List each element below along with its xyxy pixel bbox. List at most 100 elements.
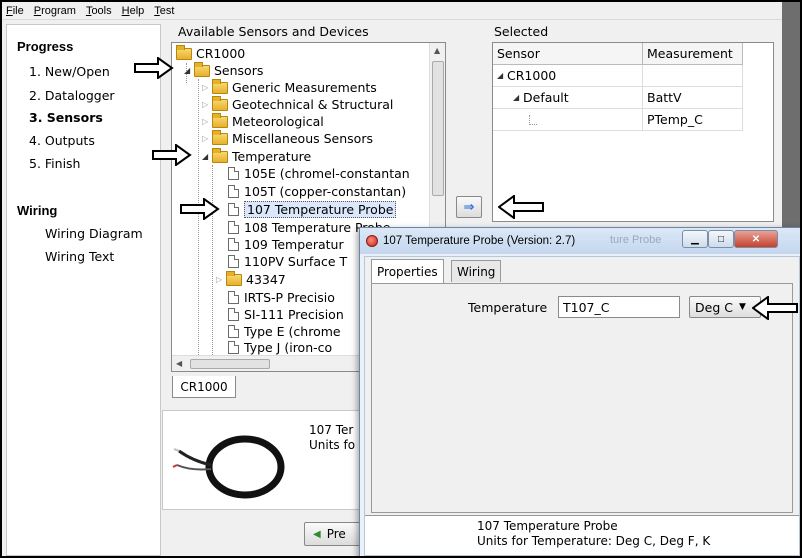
tree-item-type-e[interactable]: Type E (chrome [228,323,341,340]
step-finish[interactable]: 5. Finish [29,156,80,171]
properties-panel: Temperature Deg C ▼ [371,283,793,513]
dialog-description: 107 Temperature Probe Units for Temperat… [477,519,710,549]
menu-program[interactable]: Program [34,5,76,17]
tree-item-107-temperature-probe[interactable]: 107 Temperature Probe [228,201,397,218]
expanded-triangle-icon[interactable]: ◢ [202,152,212,161]
scroll-up-icon[interactable]: ▲ [434,46,440,55]
document-icon [228,238,239,251]
temperature-label: Temperature [468,300,548,315]
sensor-cable-image [172,435,285,499]
tab-properties[interactable]: Properties [371,259,444,283]
close-button[interactable]: ✕ [734,230,778,248]
tree-label: CR1000 [196,46,246,61]
step-new-open[interactable]: 1. New/Open [29,64,110,79]
tree-item-105e[interactable]: 105E (chromel-constantan [228,165,410,182]
document-icon [228,291,239,304]
dialog-title-bar[interactable]: 107 Temperature Probe (Version: 2.7) tur… [360,228,800,254]
tree-item-temperature[interactable]: ◢ Temperature [202,147,311,165]
document-icon [228,203,239,216]
chevron-down-icon: ▼ [738,302,746,312]
expanded-triangle-icon[interactable]: ◢ [513,93,523,102]
collapsed-triangle-icon[interactable]: ▷ [202,117,212,126]
folder-icon [194,61,210,77]
collapsed-triangle-icon[interactable]: ▷ [202,100,212,109]
tree-item-105t[interactable]: 105T (copper-constantan) [228,183,406,200]
annotation-arrow-left-icon [752,296,798,320]
tree-item-109[interactable]: 109 Temperatur [228,236,344,253]
maximize-button[interactable]: □ [708,230,734,248]
step-datalogger[interactable]: 2. Datalogger [29,88,115,103]
wiring-text-link[interactable]: Wiring Text [45,249,114,264]
folder-icon [212,147,228,163]
annotation-arrow-right-icon [180,198,220,220]
tree-item-meteorological[interactable]: ▷ Meteorological [202,112,324,130]
tree-item-geotechnical[interactable]: ▷ Geotechnical & Structural [202,95,393,113]
progress-heading: Progress [17,39,74,54]
tree-label: Type J (iron-co [244,340,333,355]
collapsed-triangle-icon[interactable]: ▷ [216,275,226,284]
app-window: File Program Tools Help Test Progress 1.… [0,0,802,558]
tree-label: Miscellaneous Sensors [232,131,373,146]
tree-connector [529,114,537,125]
tree-item-generic-measurements[interactable]: ▷ Generic Measurements [202,78,377,96]
column-header-measurement[interactable]: Measurement [643,43,743,65]
app-icon [366,235,378,247]
collapsed-triangle-icon[interactable]: ▷ [202,83,212,92]
scroll-thumb[interactable] [432,61,444,196]
collapsed-triangle-icon[interactable]: ▷ [202,134,212,143]
document-icon [228,167,239,180]
annotation-arrow-left-icon [498,195,544,219]
column-header-sensor[interactable]: Sensor [493,43,643,65]
table-row[interactable]: ◢ CR1000 [493,65,643,87]
folder-icon [176,44,192,60]
temperature-name-input[interactable] [558,296,680,318]
expanded-triangle-icon[interactable]: ◢ [497,71,507,80]
info-line: 107 Ter [309,423,354,437]
units-dropdown[interactable]: Deg C ▼ [689,296,761,318]
minimize-icon: ▁ [691,233,699,245]
selected-label: Selected [494,24,549,39]
tree-item-irts-p[interactable]: IRTS-P Precisio [228,289,335,306]
dialog-description-panel: 107 Temperature Probe Units for Temperat… [365,515,799,555]
table-row[interactable]: ◢ Default [493,87,643,109]
step-sensors[interactable]: 3. Sensors [29,110,103,125]
cell-measurement: BattV [643,87,743,109]
scroll-thumb[interactable] [190,359,270,369]
table-row[interactable] [493,109,643,131]
wiring-diagram-link[interactable]: Wiring Diagram [45,226,143,241]
tree-label: Type E (chrome [244,324,341,339]
menu-test[interactable]: Test [154,5,174,17]
annotation-arrow-right-icon [134,57,174,79]
tree-item-cr1000[interactable]: CR1000 [176,44,246,62]
tree-label: Meteorological [232,114,324,129]
minimize-button[interactable]: ▁ [682,230,708,248]
add-sensor-button[interactable]: ⇒ [456,196,482,218]
menu-tools[interactable]: Tools [86,5,112,17]
tab-cr1000[interactable]: CR1000 [172,376,236,398]
tab-wiring[interactable]: Wiring [451,260,502,282]
menu-bar: File Program Tools Help Test [2,2,782,20]
progress-panel: Progress 1. New/Open 2. Datalogger 3. Se… [6,24,161,556]
arrow-right-icon: ⇒ [463,199,475,215]
tree-item-miscellaneous[interactable]: ▷ Miscellaneous Sensors [202,129,373,147]
previous-button-label: Pre [326,527,346,541]
tree-item-type-j[interactable]: Type J (iron-co [228,339,332,356]
menu-help[interactable]: Help [122,5,145,17]
tree-item-43347[interactable]: ▷ 43347 [216,270,286,288]
expanded-triangle-icon[interactable]: ◢ [184,66,194,75]
folder-icon [226,270,242,286]
step-outputs[interactable]: 4. Outputs [29,133,95,148]
folder-icon [212,112,228,128]
scroll-left-icon[interactable]: ◀ [176,359,182,368]
tree-label-selected: 107 Temperature Probe [244,201,397,218]
tree-item-si-111[interactable]: SI-111 Precision [228,306,344,323]
menu-file[interactable]: File [6,5,24,17]
info-line: Units fo [309,438,356,452]
tree-label: IRTS-P Precisio [244,290,335,305]
tree-item-110pv[interactable]: 110PV Surface T [228,253,347,270]
maximize-icon: □ [717,233,725,245]
document-icon [228,185,239,198]
tree-label: SI-111 Precision [244,307,344,322]
tree-item-sensors[interactable]: ◢ Sensors [184,61,263,79]
wiring-heading: Wiring [17,203,58,218]
